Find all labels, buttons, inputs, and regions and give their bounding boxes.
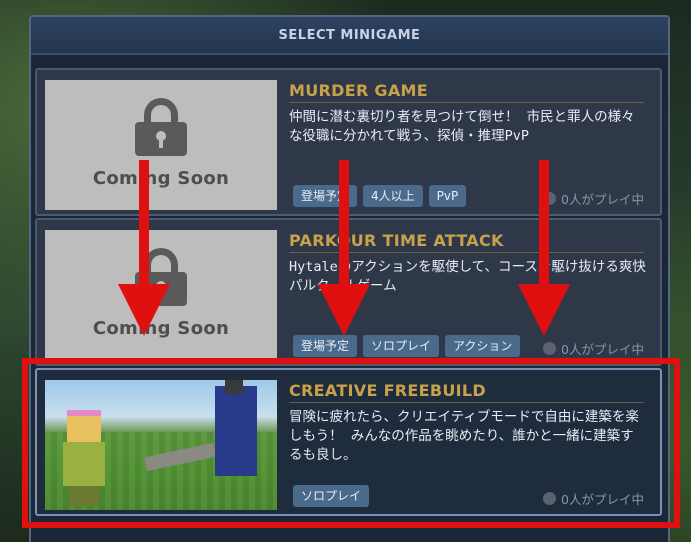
tag-badge: 登場予定 — [293, 335, 358, 357]
player-count: 0人がプレイ中 — [543, 489, 644, 508]
tag-list: ソロプレイ — [293, 485, 370, 507]
player-count: 0人がプレイ中 — [543, 339, 644, 358]
minigame-card-murder-game[interactable]: Coming Soon MURDER GAME 仲間に潜む裏切り者を見つけて倒せ… — [35, 68, 662, 216]
game-description: Hytaleのアクションを駆使して、コースを駆け抜ける爽快パルクールゲーム — [289, 259, 646, 294]
creative-freebuild-thumbnail — [45, 380, 277, 510]
player-count: 0人がプレイ中 — [543, 189, 644, 208]
status-dot-icon — [543, 192, 557, 205]
tag-badge: ソロプレイ — [363, 335, 440, 357]
minigame-select-panel: SELECT MINIGAME Coming Soon MURDER GAME … — [29, 15, 670, 542]
coming-soon-thumbnail: Coming Soon — [45, 230, 277, 360]
tag-badge: ソロプレイ — [293, 485, 370, 507]
tag-badge: 登場予定 — [293, 185, 358, 207]
game-description: 仲間に潜む裏切り者を見つけて倒せ！ 市民と罪人の様々な役職に分かれて戦う、探偵・… — [289, 109, 635, 144]
game-title: MURDER GAME — [289, 81, 644, 103]
tag-badge: PvP — [428, 185, 467, 207]
player-count-label: 0人がプレイ中 — [561, 492, 644, 507]
tag-badge: 4人以上 — [363, 185, 423, 207]
tag-list: 登場予定 4人以上 PvP — [293, 185, 467, 207]
game-description: 冒険に疲れたら、クリエイティブモードで自由に建築を楽しもう！ みんなの作品を眺め… — [289, 409, 639, 463]
player-count-label: 0人がプレイ中 — [561, 342, 644, 357]
lock-icon — [135, 97, 187, 156]
coming-soon-thumbnail: Coming Soon — [45, 80, 277, 210]
character-figure — [63, 410, 105, 506]
game-title: PARKOUR TIME ATTACK — [289, 231, 644, 253]
panel-title: SELECT MINIGAME — [31, 17, 668, 55]
player-count-label: 0人がプレイ中 — [561, 192, 644, 207]
minigame-card-creative-freebuild[interactable]: CREATIVE FREEBUILD 冒険に疲れたら、クリエイティブモードで自由… — [35, 368, 662, 516]
coming-soon-label: Coming Soon — [92, 317, 230, 339]
lock-icon — [135, 247, 187, 306]
tag-badge: アクション — [445, 335, 521, 357]
status-dot-icon — [543, 492, 557, 505]
tag-list: 登場予定 ソロプレイ アクション — [293, 335, 521, 357]
minigame-card-parkour-time-attack[interactable]: Coming Soon PARKOUR TIME ATTACK Hytaleのア… — [35, 218, 662, 366]
coming-soon-label: Coming Soon — [92, 167, 230, 189]
game-title: CREATIVE FREEBUILD — [289, 381, 644, 403]
status-dot-icon — [543, 342, 557, 355]
